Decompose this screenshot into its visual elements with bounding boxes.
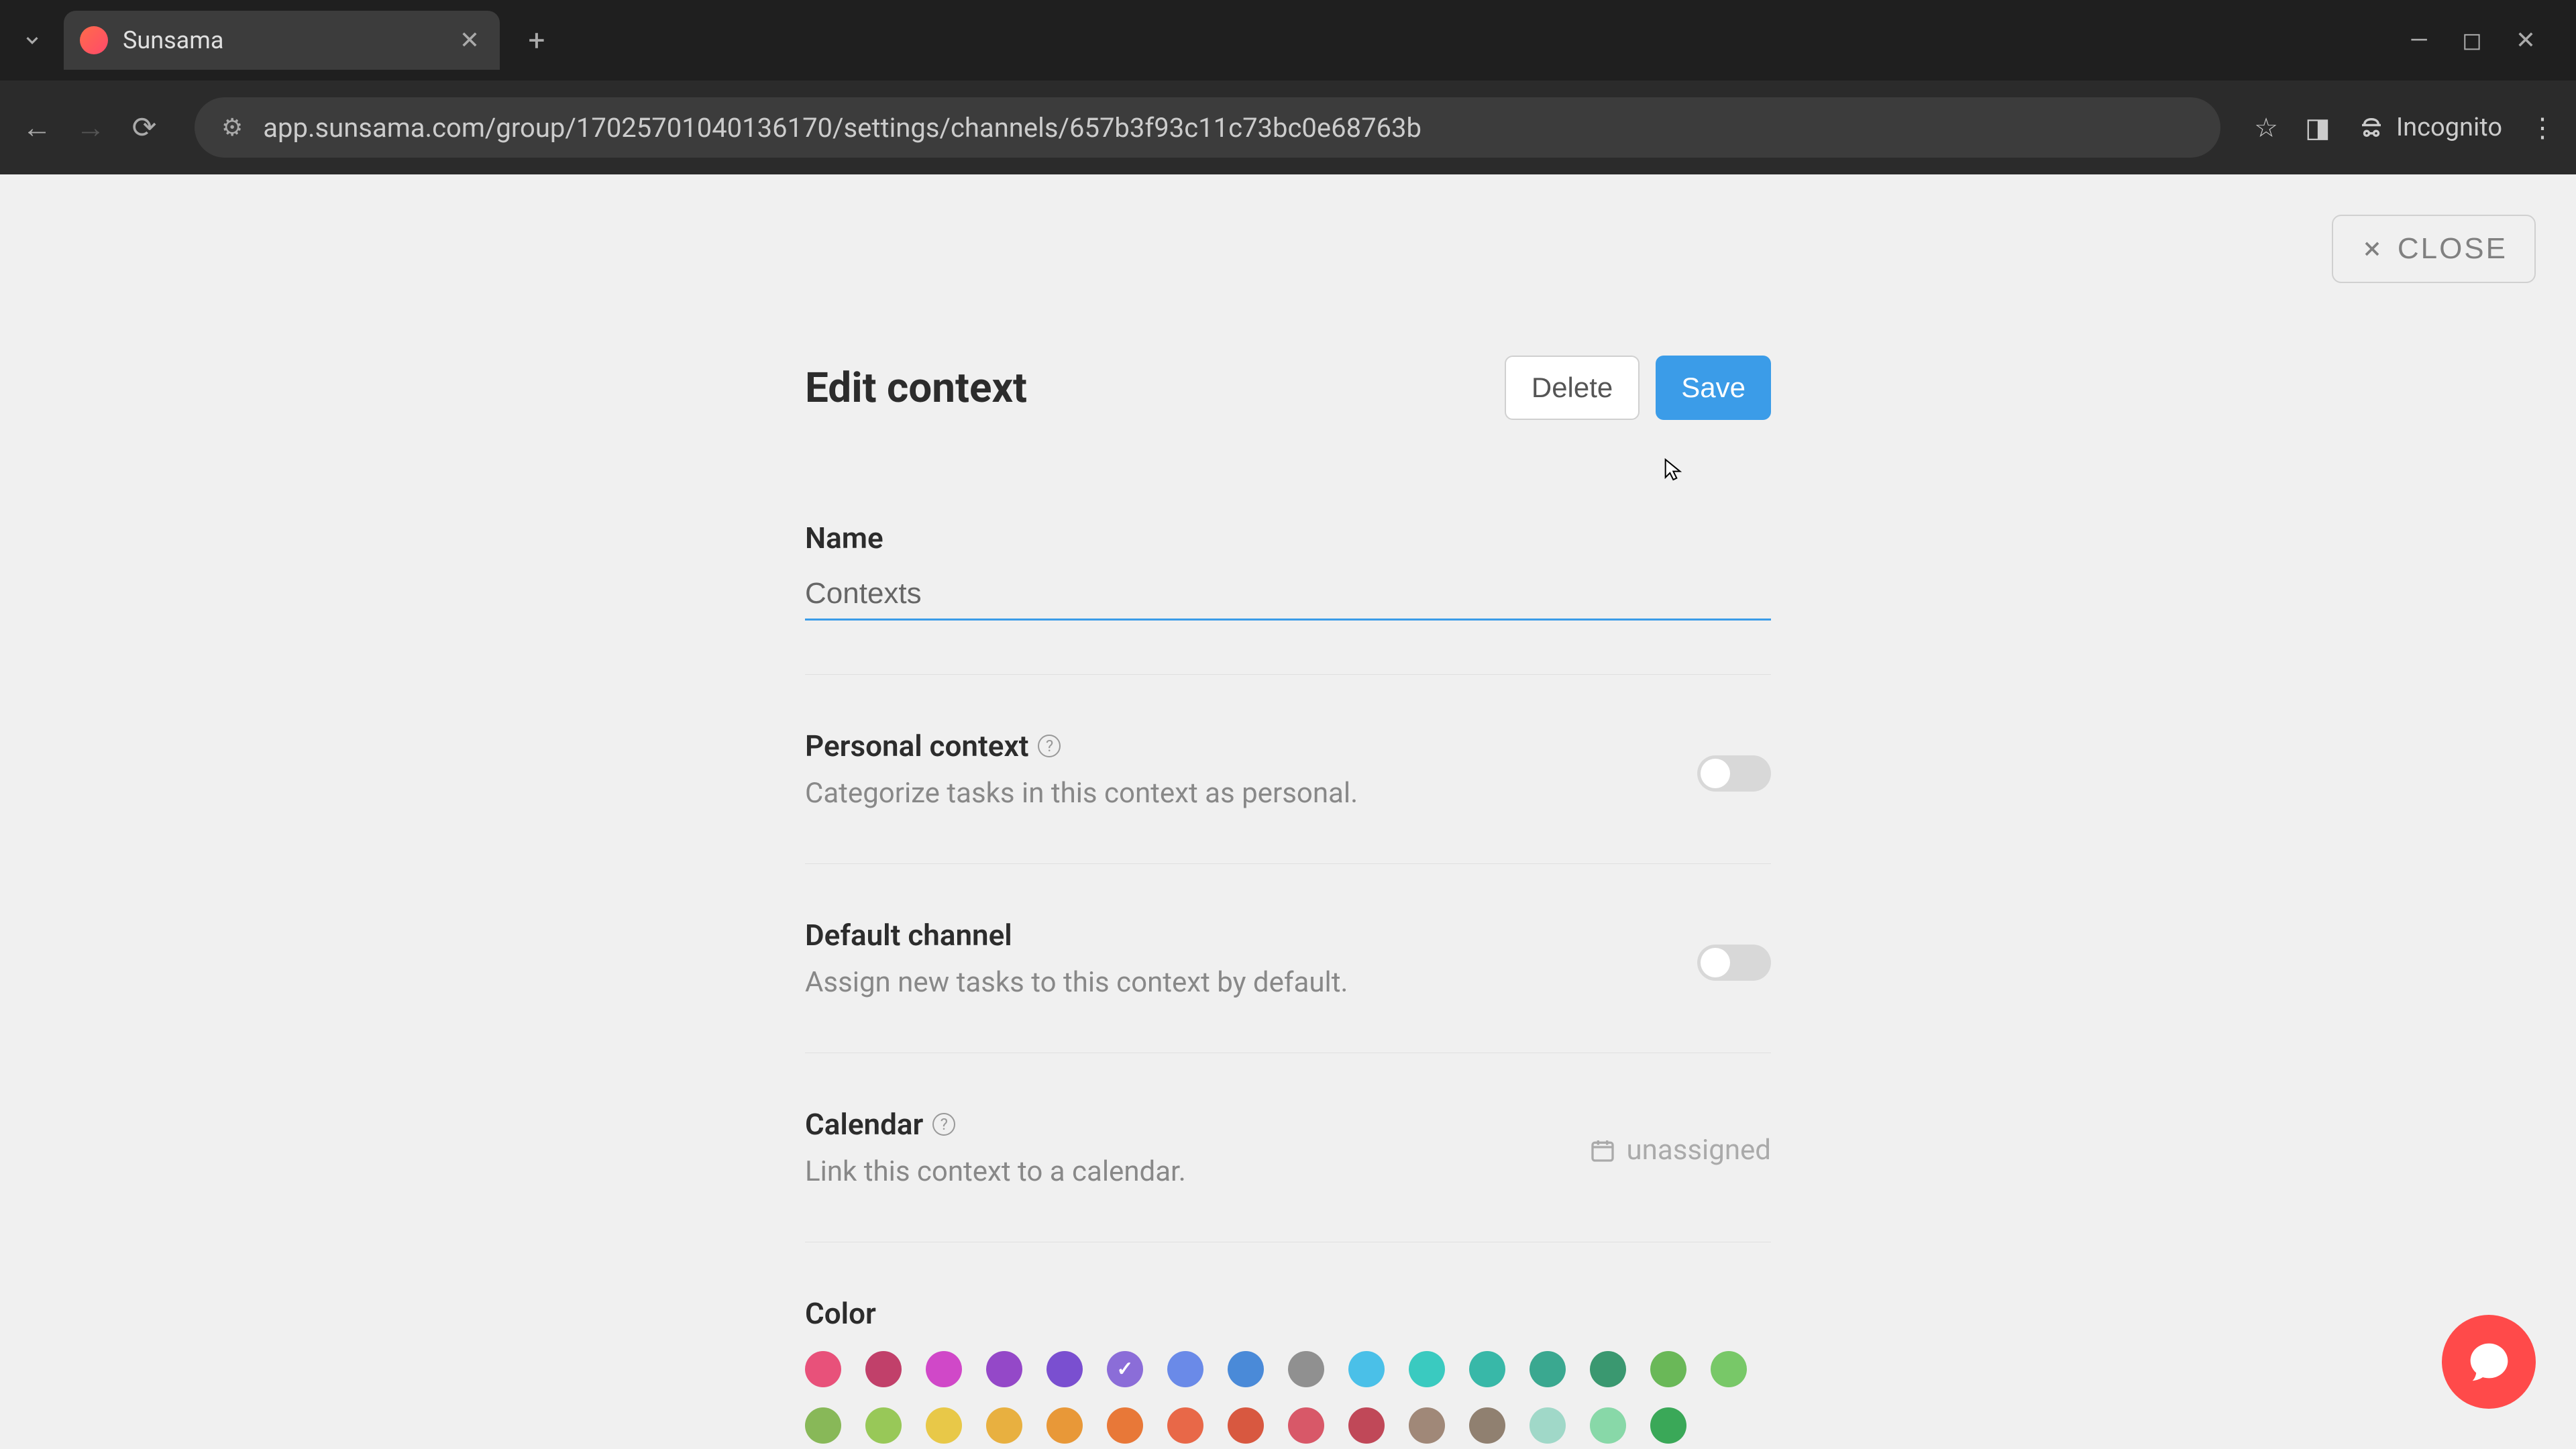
close-tab-icon[interactable]: ✕ — [460, 26, 480, 54]
color-swatch[interactable] — [1167, 1407, 1203, 1444]
name-input[interactable] — [805, 569, 1771, 621]
new-tab-button[interactable]: + — [520, 23, 553, 58]
calendar-label: Calendar ? — [805, 1107, 1186, 1142]
side-panel-icon[interactable]: ◨ — [2305, 112, 2330, 144]
default-channel-description: Assign new tasks to this context by defa… — [805, 966, 1697, 999]
color-swatch[interactable] — [1469, 1407, 1505, 1444]
color-swatch[interactable] — [1288, 1407, 1324, 1444]
name-section: Name — [805, 521, 1771, 675]
color-swatch[interactable] — [1348, 1407, 1385, 1444]
color-swatch[interactable] — [926, 1407, 962, 1444]
color-swatch[interactable] — [1228, 1407, 1264, 1444]
delete-button[interactable]: Delete — [1505, 356, 1640, 420]
url-text: app.sunsama.com/group/17025701040136170/… — [263, 112, 1421, 144]
color-swatch[interactable] — [986, 1407, 1022, 1444]
page-title: Edit context — [805, 364, 1027, 413]
url-bar[interactable]: ⚙ app.sunsama.com/group/1702570104013617… — [195, 97, 2220, 158]
color-swatches-row — [805, 1351, 1771, 1387]
color-swatch[interactable] — [1469, 1351, 1505, 1387]
toggle-knob — [1701, 759, 1730, 788]
color-section: Color — [805, 1296, 1771, 1444]
color-swatch[interactable] — [1409, 1351, 1445, 1387]
back-button[interactable]: ← — [20, 110, 54, 145]
browser-chrome: Sunsama ✕ + — ◻ ✕ ← → ⟳ ⚙ app.sunsama.co… — [0, 0, 2576, 174]
window-controls: — ◻ ✕ — [2410, 26, 2563, 54]
calendar-description: Link this context to a calendar. — [805, 1155, 1186, 1188]
tab-bar: Sunsama ✕ + — ◻ ✕ — [0, 0, 2576, 80]
color-swatch[interactable] — [1046, 1407, 1083, 1444]
calendar-icon — [1589, 1137, 1616, 1164]
address-bar: ← → ⟳ ⚙ app.sunsama.com/group/1702570104… — [0, 80, 2576, 174]
bookmark-icon[interactable]: ☆ — [2254, 112, 2278, 144]
color-swatch[interactable] — [926, 1351, 962, 1387]
personal-context-description: Categorize tasks in this context as pers… — [805, 777, 1697, 810]
toggle-knob — [1701, 948, 1730, 977]
personal-context-toggle[interactable] — [1697, 755, 1771, 792]
name-label: Name — [805, 521, 1771, 555]
settings-panel: Edit context Delete Save Name Personal c… — [805, 174, 1771, 1444]
default-channel-label: Default channel — [805, 918, 1697, 953]
personal-context-section: Personal context ? Categorize tasks in t… — [805, 729, 1771, 864]
color-swatch[interactable] — [1046, 1351, 1083, 1387]
personal-context-label: Personal context ? — [805, 729, 1697, 763]
incognito-icon — [2357, 113, 2385, 142]
color-swatch[interactable] — [1228, 1351, 1264, 1387]
color-swatch[interactable] — [805, 1407, 841, 1444]
intercom-button[interactable] — [2442, 1315, 2536, 1409]
color-swatch[interactable] — [1167, 1351, 1203, 1387]
tab-title: Sunsama — [123, 26, 419, 54]
default-channel-section: Default channel Assign new tasks to this… — [805, 918, 1771, 1053]
color-label: Color — [805, 1296, 1771, 1331]
color-swatch[interactable] — [1711, 1351, 1747, 1387]
close-icon — [2360, 237, 2384, 261]
color-swatch[interactable] — [1288, 1351, 1324, 1387]
color-swatch[interactable] — [805, 1351, 841, 1387]
browser-actions: ☆ ◨ Incognito ⋮ — [2254, 112, 2556, 144]
browser-menu-icon[interactable]: ⋮ — [2529, 112, 2556, 144]
reload-button[interactable]: ⟳ — [127, 110, 161, 145]
cursor-icon — [1661, 456, 1688, 490]
color-swatch[interactable] — [865, 1351, 902, 1387]
color-swatch[interactable] — [1529, 1351, 1566, 1387]
default-channel-toggle[interactable] — [1697, 945, 1771, 981]
sunsama-favicon — [80, 26, 108, 54]
color-swatch[interactable] — [1529, 1407, 1566, 1444]
color-swatch[interactable] — [1348, 1351, 1385, 1387]
browser-tab[interactable]: Sunsama ✕ — [64, 11, 500, 70]
color-swatch[interactable] — [1107, 1351, 1143, 1387]
color-swatch[interactable] — [1650, 1407, 1686, 1444]
close-panel-button[interactable]: CLOSE — [2332, 215, 2536, 283]
help-icon[interactable]: ? — [1038, 735, 1061, 757]
panel-header: Edit context Delete Save — [805, 356, 1771, 420]
save-button[interactable]: Save — [1656, 356, 1771, 420]
chat-icon — [2467, 1340, 2511, 1384]
main-content: CLOSE Edit context Delete Save Name Pers… — [0, 174, 2576, 1449]
color-swatch[interactable] — [1590, 1351, 1626, 1387]
color-swatch[interactable] — [1107, 1407, 1143, 1444]
help-icon[interactable]: ? — [932, 1113, 955, 1136]
color-swatches-row — [805, 1407, 1771, 1444]
site-settings-icon[interactable]: ⚙ — [221, 113, 243, 142]
color-swatch[interactable] — [1590, 1407, 1626, 1444]
tab-search-dropdown[interactable] — [13, 22, 50, 59]
incognito-badge[interactable]: Incognito — [2357, 113, 2502, 142]
minimize-icon[interactable]: — — [2410, 26, 2428, 54]
calendar-section: Calendar ? Link this context to a calend… — [805, 1107, 1771, 1242]
color-swatch[interactable] — [1409, 1407, 1445, 1444]
panel-actions: Delete Save — [1505, 356, 1771, 420]
color-swatch[interactable] — [1650, 1351, 1686, 1387]
calendar-selector[interactable]: unassigned — [1589, 1134, 1772, 1167]
color-swatch[interactable] — [986, 1351, 1022, 1387]
close-window-icon[interactable]: ✕ — [2516, 26, 2536, 54]
color-swatch[interactable] — [865, 1407, 902, 1444]
forward-button[interactable]: → — [74, 110, 107, 145]
maximize-icon[interactable]: ◻ — [2462, 26, 2482, 54]
